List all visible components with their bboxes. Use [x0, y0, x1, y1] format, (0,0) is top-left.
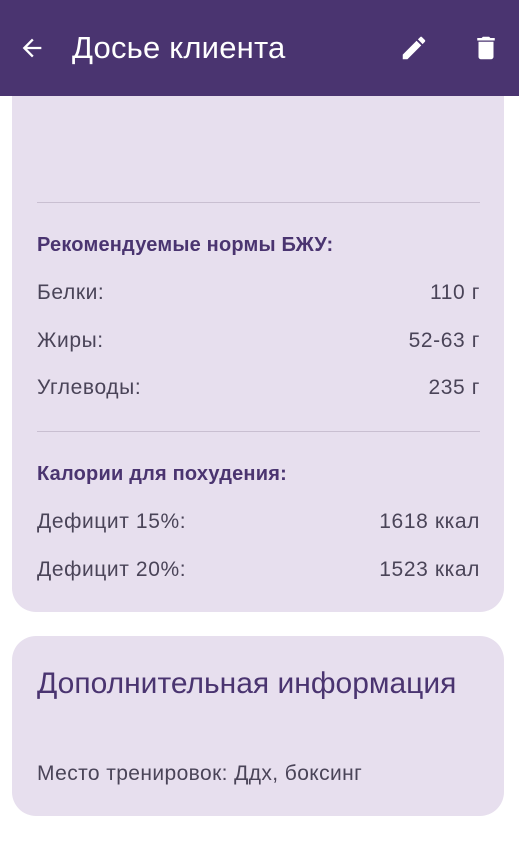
calorie-label: Дефицит 15%: — [37, 510, 187, 533]
calorie-row-15: Дефицит 15%: 1618 ккал — [37, 510, 480, 534]
calorie-row-20: Дефицит 20%: 1523 ккал — [37, 558, 480, 582]
training-place-text: Место тренировок: Ддх, боксинг — [37, 762, 363, 785]
additional-info-card: Дополнительная информация Место трениров… — [12, 636, 504, 816]
back-button[interactable] — [12, 28, 52, 68]
calorie-value: 1618 ккал — [379, 510, 480, 533]
divider — [37, 431, 480, 432]
macro-row-protein: Белки: 110 г — [37, 281, 480, 305]
trash-icon — [477, 36, 495, 60]
macro-row-fat: Жиры: 52-63 г — [37, 329, 480, 353]
calorie-label: Дефицит 20%: — [37, 558, 187, 581]
edit-button[interactable] — [394, 28, 434, 68]
macro-value: 52-63 г — [408, 329, 480, 352]
page-title: Досье клиента — [72, 30, 286, 65]
macro-value: 110 г — [430, 281, 480, 304]
calories-section-title: Калории для похудения: — [37, 463, 287, 485]
nutrition-card: Рекомендуемые нормы БЖУ: Белки: 110 г Жи… — [12, 60, 504, 612]
delete-button[interactable] — [466, 28, 506, 68]
pencil-icon — [402, 36, 426, 60]
macro-value: 235 г — [428, 376, 480, 399]
macro-label: Углеводы: — [37, 376, 142, 399]
macro-label: Жиры: — [37, 329, 104, 352]
macro-label: Белки: — [37, 281, 105, 304]
divider — [37, 202, 480, 203]
calorie-value: 1523 ккал — [379, 558, 480, 581]
arrow-back-icon — [22, 38, 42, 58]
additional-info-heading: Дополнительная информация — [37, 667, 457, 700]
macros-section-title: Рекомендуемые нормы БЖУ: — [37, 234, 334, 256]
top-app-bar: Досье клиента — [0, 0, 519, 96]
macro-row-carbs: Углеводы: 235 г — [37, 376, 480, 400]
